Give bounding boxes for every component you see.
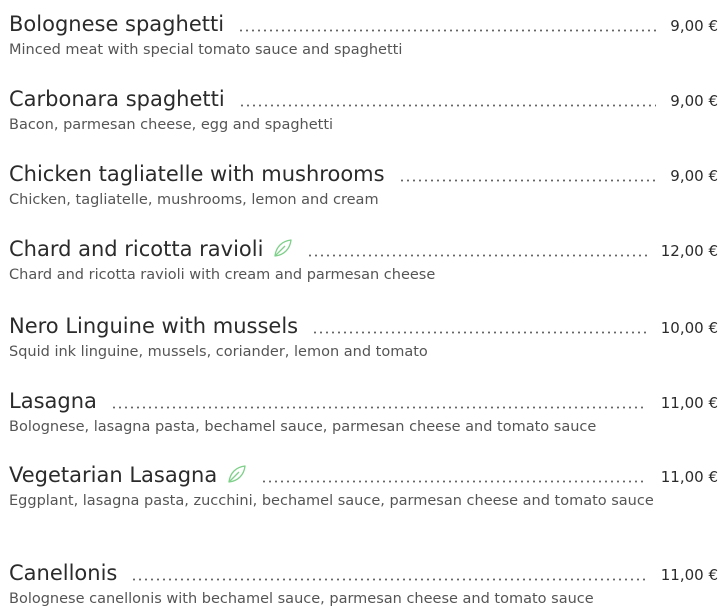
dish-name: Vegetarian Lasagna <box>9 463 218 487</box>
dish-name: Carbonara spaghetti <box>9 87 225 111</box>
dot-leader <box>312 331 647 334</box>
dish-price: 12,00 € <box>660 242 718 260</box>
dish-description: Squid ink linguine, mussels, coriander, … <box>9 344 428 360</box>
dot-leader <box>131 578 647 581</box>
dish-name: Lasagna <box>9 389 97 413</box>
dish-description: Minced meat with special tomato sauce an… <box>9 42 403 58</box>
menu-item-bolognese-spaghetti: Bolognese spaghetti 9,00 € Minced meat w… <box>9 11 718 61</box>
menu-item-nero-linguine: Nero Linguine with mussels 10,00 € Squid… <box>9 313 718 363</box>
pasta-menu: Bolognese spaghetti 9,00 € Minced meat w… <box>0 0 721 610</box>
dish-name: Chicken tagliatelle with mushrooms <box>9 162 385 186</box>
menu-item-chard-ricotta-ravioli: Chard and ricotta ravioli 12,00 € Chard … <box>9 236 718 286</box>
dish-description: Bolognese, lasagna pasta, bechamel sauce… <box>9 419 597 435</box>
dish-price: 9,00 € <box>670 167 718 185</box>
dish-description: Bacon, parmesan cheese, egg and spaghett… <box>9 117 334 133</box>
menu-item-canellonis: Canellonis 11,00 € Bolognese canellonis … <box>9 560 718 610</box>
menu-item-chicken-tagliatelle: Chicken tagliatelle with mushrooms 9,00 … <box>9 161 718 211</box>
dish-description: Eggplant, lasagna pasta, zucchini, becha… <box>9 493 654 509</box>
dot-leader <box>398 179 657 182</box>
dish-description: Chard and ricotta ravioli with cream and… <box>9 267 436 283</box>
dish-price: 11,00 € <box>660 566 718 584</box>
dish-name: Chard and ricotta ravioli <box>9 237 264 261</box>
dish-price: 9,00 € <box>670 17 718 35</box>
leaf-icon <box>228 465 246 483</box>
menu-item-vegetarian-lasagna: Vegetarian Lasagna 11,00 € Eggplant, las… <box>9 462 718 512</box>
dish-description: Chicken, tagliatelle, mushrooms, lemon a… <box>9 192 379 208</box>
dish-price: 11,00 € <box>660 394 718 412</box>
dish-name: Bolognese spaghetti <box>9 12 225 36</box>
dot-leader <box>307 254 647 257</box>
dot-leader <box>261 480 647 483</box>
dish-price: 9,00 € <box>670 92 718 110</box>
dot-leader <box>110 406 647 409</box>
menu-item-lasagna: Lasagna 11,00 € Bolognese, lasagna pasta… <box>9 388 718 438</box>
dish-name: Nero Linguine with mussels <box>9 314 299 338</box>
leaf-icon <box>274 239 293 257</box>
dot-leader <box>238 104 657 107</box>
dish-price: 10,00 € <box>660 319 718 337</box>
dish-description: Bolognese canellonis with bechamel sauce… <box>9 591 594 607</box>
dish-price: 11,00 € <box>660 468 718 486</box>
dot-leader <box>238 29 657 32</box>
dish-name: Canellonis <box>9 561 118 585</box>
menu-item-carbonara-spaghetti: Carbonara spaghetti 9,00 € Bacon, parmes… <box>9 86 718 136</box>
